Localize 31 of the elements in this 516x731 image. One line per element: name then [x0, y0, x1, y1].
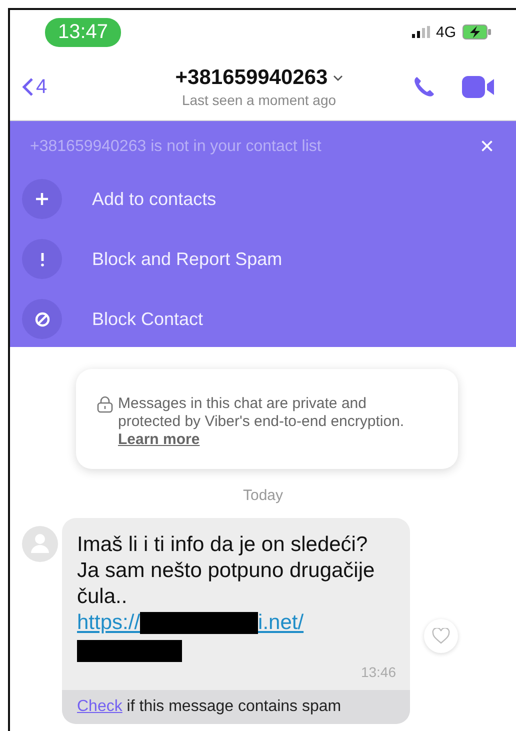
message-link[interactable]: i.net/ [258, 610, 304, 636]
banner-action[interactable]: Block Contact [22, 289, 496, 349]
blocked-icon [34, 312, 50, 326]
avatar-icon [22, 526, 58, 562]
close-button[interactable]: × [478, 135, 496, 159]
date-divider: Today [242, 487, 284, 504]
heart-icon [432, 628, 450, 644]
banner-action[interactable]: Block and Report Spam [22, 229, 496, 289]
lock-icon [96, 395, 114, 413]
banner-action[interactable]: Add to contacts [22, 169, 496, 229]
network-label: 4G [436, 24, 456, 40]
battery-charging-icon [462, 24, 492, 40]
back-button[interactable]: 4 [22, 76, 122, 98]
learn-more-link[interactable]: Learn more [118, 431, 200, 449]
last-seen-text: Last seen a moment ago [182, 92, 336, 108]
message-time: 13:46 [360, 663, 397, 682]
message-text: Imaš li i ti info da je on sledeći? Ja sam nešto potpuno drugačije čula.. [76, 532, 376, 610]
message-link[interactable]: https:// [77, 610, 140, 636]
signal-icon [412, 26, 430, 38]
contact-title[interactable]: +381659940263 [175, 66, 328, 90]
encryption-text: Messages in this chat are private and protected by Viber's end-to-end encryption. [118, 395, 406, 431]
not-in-contacts-notice: +381659940263 is not in your contact list [30, 138, 322, 156]
video-camera-icon[interactable] [462, 75, 496, 99]
back-chevron-icon [22, 77, 34, 97]
exclamation-icon [40, 252, 44, 266]
plus-icon [35, 192, 49, 206]
check-spam-link[interactable]: Check [77, 698, 122, 715]
status-time: 13:47 [45, 18, 122, 46]
phone-icon[interactable] [412, 75, 436, 99]
spam-check-text: Check if this message contains spam [77, 698, 342, 715]
chevron-down-icon[interactable] [332, 75, 343, 81]
